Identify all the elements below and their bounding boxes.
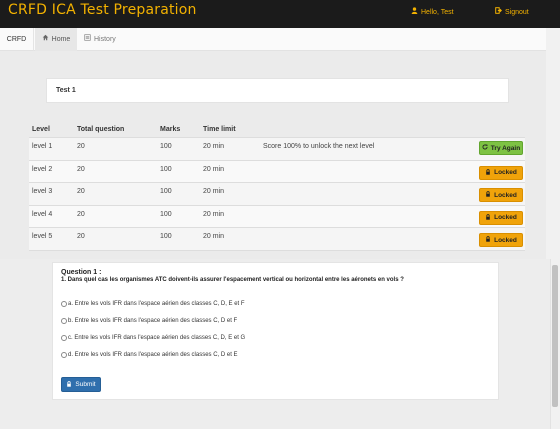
- level-name: level 1: [32, 143, 53, 150]
- locked-button[interactable]: Locked: [479, 233, 523, 247]
- locked-label: Locked: [494, 236, 517, 244]
- lock-icon: [66, 380, 72, 389]
- time-limit: 20 min: [203, 210, 225, 218]
- submit-label: Submit: [75, 381, 96, 388]
- option-label: d. Entre les vols IFR dans l'espace aéri…: [68, 352, 238, 358]
- radio-button[interactable]: [61, 301, 67, 307]
- lock-icon: [485, 191, 491, 199]
- locked-label: Locked: [494, 169, 517, 176]
- lock-icon: [485, 168, 491, 177]
- levels-table: Level Total question Marks Time limit le…: [29, 122, 525, 251]
- tab-history-label: History: [94, 36, 116, 43]
- answer-option-b[interactable]: b. Entre les vols IFR dans l'espace aéri…: [61, 318, 237, 324]
- total-question: 20: [77, 188, 85, 195]
- answer-option-c[interactable]: c. Entre les vols IFR dans l'espace aéri…: [61, 335, 245, 341]
- header-total-question: Total question: [77, 126, 125, 133]
- level-name: level 3: [32, 188, 53, 195]
- locked-button[interactable]: Locked: [479, 210, 523, 225]
- table-row: level 2 20 100 20 min Locked: [29, 160, 525, 183]
- marks: 100: [160, 165, 172, 173]
- answer-option-d[interactable]: d. Entre les vols IFR dans l'espace aéri…: [61, 352, 238, 358]
- scrollbar-track-top: [546, 28, 560, 259]
- level-name: level 2: [32, 165, 53, 173]
- radio-button[interactable]: [61, 352, 67, 358]
- lock-icon: [485, 213, 491, 222]
- header-marks: Marks: [160, 126, 181, 133]
- list-icon: [84, 28, 91, 51]
- answer-option-a[interactable]: a. Entre les vols IFR dans l'espace aéri…: [61, 301, 245, 307]
- locked-label: Locked: [494, 191, 517, 199]
- marks: 100: [160, 233, 172, 240]
- level-name: level 4: [32, 210, 53, 218]
- time-limit: 20 min: [203, 188, 225, 195]
- table-row: level 4 20 100 20 min Locked: [29, 205, 525, 228]
- locked-button[interactable]: Locked: [479, 188, 523, 202]
- table-row: level 5 20 100 20 min Locked: [29, 228, 525, 251]
- question-card: Question 1 : 1. Dans quel cas les organi…: [52, 262, 499, 400]
- nav-brand[interactable]: CRFD: [0, 28, 34, 51]
- tab-history[interactable]: History: [84, 28, 120, 51]
- question-text: 1. Dans quel cas les organismes ATC doiv…: [61, 277, 404, 283]
- top-bar: CRFD ICA Test Preparation Hello, Test Si…: [0, 0, 560, 28]
- total-question: 20: [77, 233, 85, 240]
- test-card: Test 1: [46, 78, 509, 103]
- table-row: level 3 20 100 20 min Locked: [29, 183, 525, 206]
- question-number: Question 1 :: [61, 269, 102, 276]
- lock-icon: [485, 236, 491, 244]
- tab-home-label: Home: [51, 36, 71, 43]
- tab-home[interactable]: Home: [35, 28, 77, 51]
- option-label: b. Entre les vols IFR dans l'espace aéri…: [68, 318, 238, 324]
- greeting-text: Hello, Test: [421, 9, 454, 16]
- time-limit: 20 min: [203, 165, 225, 173]
- scrollbar-thumb[interactable]: [552, 265, 558, 407]
- header-level: Level: [32, 126, 50, 133]
- submit-button[interactable]: Submit: [61, 377, 101, 392]
- home-icon: [42, 28, 49, 51]
- option-label: a. Entre les vols IFR dans l'espace aéri…: [68, 301, 245, 307]
- test-title: Test 1: [56, 87, 76, 94]
- try-again-button[interactable]: Try Again: [479, 141, 523, 155]
- marks: 100: [160, 143, 172, 150]
- nav-bar: CRFD Home History: [0, 28, 546, 51]
- time-limit: 20 min: [203, 143, 225, 150]
- level-name: level 5: [32, 233, 53, 240]
- signout-icon: [495, 7, 502, 16]
- locked-button[interactable]: Locked: [479, 165, 523, 180]
- signout-label: Signout: [505, 9, 529, 16]
- unlock-note: Score 100% to unlock the next level: [263, 143, 375, 150]
- radio-button[interactable]: [61, 318, 67, 324]
- table-row: level 1 20 100 20 min Score 100% to unlo…: [29, 138, 525, 161]
- app-brand[interactable]: CRFD ICA Test Preparation: [8, 2, 197, 18]
- header-time-limit: Time limit: [203, 126, 236, 133]
- signout-link[interactable]: Signout: [495, 7, 529, 16]
- total-question: 20: [77, 165, 85, 173]
- option-label: c. Entre les vols IFR dans l'espace aéri…: [68, 335, 246, 341]
- marks: 100: [160, 188, 172, 195]
- marks: 100: [160, 210, 172, 218]
- total-question: 20: [77, 143, 85, 150]
- try-again-label: Try Again: [490, 144, 521, 152]
- levels-header-row: Level Total question Marks Time limit: [29, 122, 525, 138]
- locked-label: Locked: [494, 214, 517, 221]
- user-icon: [411, 7, 418, 16]
- radio-button[interactable]: [61, 335, 67, 341]
- total-question: 20: [77, 210, 85, 218]
- refresh-icon: [482, 144, 488, 152]
- user-greeting[interactable]: Hello, Test: [411, 7, 454, 16]
- time-limit: 20 min: [203, 233, 225, 240]
